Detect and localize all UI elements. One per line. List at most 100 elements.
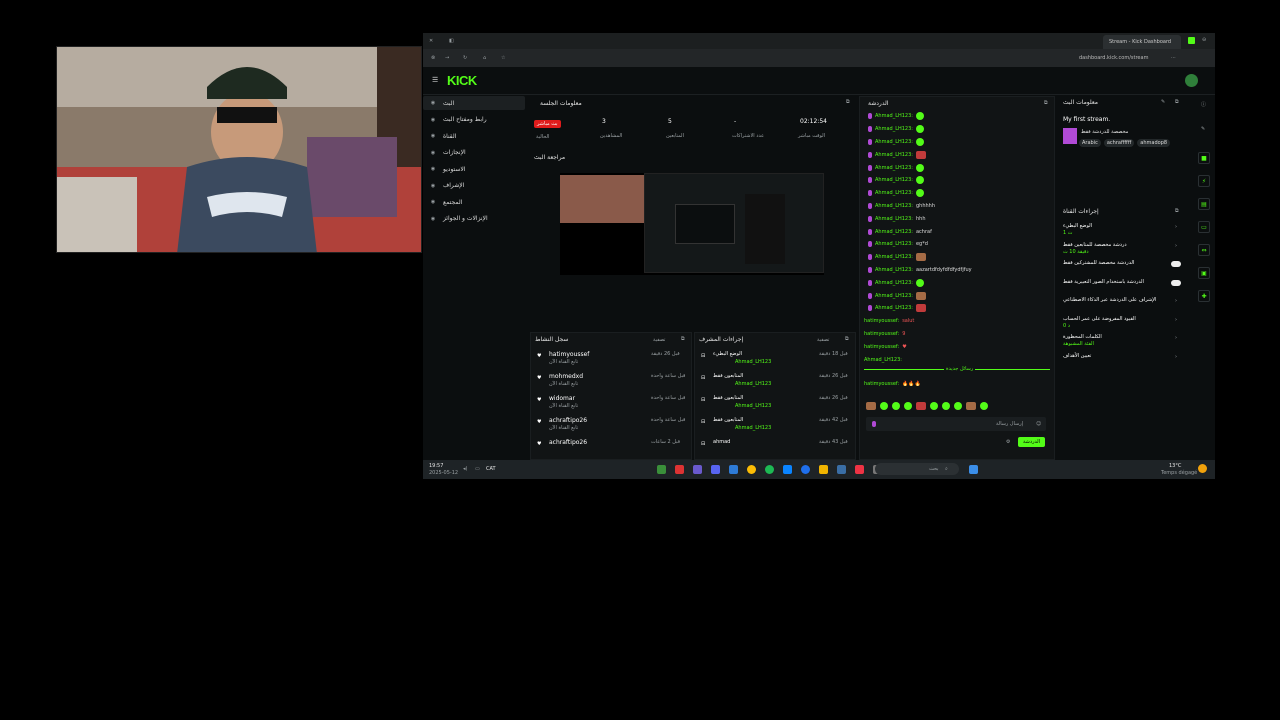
chat-username[interactable]: Ahmad_LH123: xyxy=(875,139,913,145)
chat-message: Ahmad_LH123: xyxy=(868,289,1048,302)
expand-icon[interactable]: ⇔ xyxy=(1198,244,1210,256)
browser-tab-active[interactable]: Stream - Kick Dashboard xyxy=(1103,35,1181,49)
chat-username[interactable]: Ahmad_LH123: xyxy=(875,305,913,311)
chat-username[interactable]: Ahmad_LH123: xyxy=(875,152,913,158)
volume-icon[interactable]: ◂) xyxy=(463,466,467,472)
emoji-icon[interactable]: ☺ xyxy=(1036,421,1041,427)
tab-icon[interactable]: ◧ xyxy=(449,38,454,44)
chat-username[interactable]: Ahmad_LH123: xyxy=(864,357,902,363)
stream-preview[interactable] xyxy=(560,173,824,275)
chat-username[interactable]: Ahmad_LH123: xyxy=(875,241,913,247)
forward-icon[interactable]: → xyxy=(445,55,449,61)
preview-title: مراجعة البث xyxy=(534,154,566,161)
home-icon[interactable]: ⌂ xyxy=(483,55,486,61)
chat-text: ghhhhh xyxy=(915,202,936,209)
chat-message: Ahmad_LH123: xyxy=(868,251,1048,264)
info-popout-icon[interactable]: ⧉ xyxy=(1175,99,1179,105)
taskbar-apps[interactable] xyxy=(657,465,882,474)
language-indicator[interactable]: CAT xyxy=(486,466,496,472)
window-close-icon[interactable]: ✕ xyxy=(429,38,433,44)
mod-icon[interactable]: ■ xyxy=(1198,152,1210,164)
back-icon[interactable]: ⊗ xyxy=(431,55,435,61)
activity-popout-icon[interactable]: ⧉ xyxy=(681,336,685,342)
sidebar-item[interactable]: ◉ القناة xyxy=(423,129,525,143)
chevron-right-icon[interactable]: › xyxy=(1175,224,1177,230)
activity-sub: تابع القناة الآن xyxy=(549,381,579,387)
quick-action-label: القيود المفروضة على عمر الحساب xyxy=(1063,315,1136,322)
edit-icon[interactable]: ✎ xyxy=(1161,99,1165,105)
chat-username[interactable]: Ahmad_LH123: xyxy=(875,254,913,260)
modlog-filter[interactable]: تصفية xyxy=(817,337,829,343)
stream-tag[interactable]: Arabic xyxy=(1079,139,1101,147)
toggle-switch[interactable] xyxy=(1171,261,1181,267)
sidebar-item[interactable]: ◉ الإنجازات xyxy=(423,146,525,160)
kick-tab-icon[interactable] xyxy=(1188,37,1195,44)
chat-username[interactable]: Ahmad_LH123: xyxy=(875,113,913,119)
chat-message: hatimyoussef: ♥ xyxy=(864,341,1044,354)
emote-bar[interactable] xyxy=(866,402,988,410)
sidebar-item[interactable]: ◉ البث xyxy=(423,96,525,110)
windows-start-icon[interactable] xyxy=(969,465,978,474)
chat-username[interactable]: hatimyoussef: xyxy=(864,318,899,324)
kick-logo[interactable]: KICK xyxy=(447,73,477,88)
chevron-right-icon[interactable]: › xyxy=(1175,243,1177,249)
chat-badge xyxy=(868,126,872,133)
modlog-popout-icon[interactable]: ⧉ xyxy=(845,336,849,342)
popout-icon[interactable]: ⧉ xyxy=(846,99,850,105)
chat-settings-icon[interactable]: ⚙ xyxy=(1006,439,1010,445)
chat-username[interactable]: Ahmad_LH123: xyxy=(875,229,913,235)
address-bar[interactable]: dashboard.kick.com/stream xyxy=(1079,55,1148,61)
chevron-right-icon[interactable]: › xyxy=(1175,298,1177,304)
chat-username[interactable]: hatimyoussef: xyxy=(864,344,899,350)
taskbar-search[interactable]: بحث ⌕ xyxy=(875,463,959,475)
chat-text: eg*d xyxy=(915,241,928,248)
chat-username[interactable]: Ahmad_LH123: xyxy=(875,267,913,273)
quick-actions-panel: إجراءات القناة ⧉ الوضع البطيء 1 ث › دردشة م… xyxy=(1059,205,1185,385)
chat-username[interactable]: Ahmad_LH123: xyxy=(875,165,913,171)
chevron-right-icon[interactable]: › xyxy=(1175,317,1177,323)
chat-input[interactable]: إرسال رسالة ☺ xyxy=(866,417,1046,431)
stream-tag[interactable]: achraffffff xyxy=(1103,139,1135,147)
avatar[interactable] xyxy=(1185,74,1198,87)
stream-tag[interactable]: ahmadop8 xyxy=(1137,139,1171,147)
network-icon[interactable]: ▭ xyxy=(475,466,480,472)
chat-username[interactable]: Ahmad_LH123: xyxy=(875,280,913,286)
wrench-icon[interactable]: ✚ xyxy=(1198,290,1210,302)
modlog-item-time: قبل 26 دقيقة xyxy=(819,395,848,401)
chat-username[interactable]: Ahmad_LH123: xyxy=(875,190,913,196)
mod-action-icon: ⊟ xyxy=(701,419,706,425)
save-icon[interactable]: ▣ xyxy=(1198,267,1210,279)
sidebar-item[interactable]: ◉ المجتمع xyxy=(423,195,525,209)
chat-badge xyxy=(868,305,872,312)
chat-username[interactable]: Ahmad_LH123: xyxy=(875,177,913,183)
modlog-panel: إجراءات المشرف تصفية ⧉ ⊟ الوضع البطيء Ahma… xyxy=(694,332,856,460)
chat-username[interactable]: Ahmad_LH123: xyxy=(875,203,913,209)
qa-popout-icon[interactable]: ⧉ xyxy=(1175,208,1179,214)
chat-username[interactable]: Ahmad_LH123: xyxy=(875,293,913,299)
chevron-right-icon[interactable]: › xyxy=(1175,335,1177,341)
chat-username[interactable]: Ahmad_LH123: xyxy=(875,216,913,222)
chevron-right-icon[interactable]: › xyxy=(1175,354,1177,360)
menu-icon[interactable]: ☰ xyxy=(432,76,438,84)
chat-send-button[interactable]: الدردشة xyxy=(1018,437,1046,447)
quick-action-label: دردشة مخصصة للمتابعين فقط xyxy=(1063,241,1127,248)
bookmark-icon[interactable]: ☆ xyxy=(501,55,505,61)
sidebar-item[interactable]: ◉ الإنزالات و الجوائز xyxy=(423,212,525,226)
weather-temp: 13°C xyxy=(1169,463,1182,469)
sidebar-item[interactable]: ◉ الإشراف xyxy=(423,179,525,193)
sidebar-item[interactable]: ◉ رابط ومفتاح البث xyxy=(423,113,525,127)
pen-icon[interactable]: ✎ xyxy=(1201,126,1205,132)
chat-username[interactable]: hatimyoussef: xyxy=(864,331,899,337)
activity-filter[interactable]: تصفية xyxy=(653,337,665,343)
info-icon[interactable]: ⓘ xyxy=(1201,102,1206,108)
extensions-icon[interactable]: ⋯ xyxy=(1171,55,1176,61)
toggle-switch[interactable] xyxy=(1171,279,1181,286)
chat-username[interactable]: Ahmad_LH123: xyxy=(875,126,913,132)
sidebar-item[interactable]: ◉ الاستوديو xyxy=(423,162,525,176)
doc-icon[interactable]: ▤ xyxy=(1198,198,1210,210)
minimize-icon[interactable]: ⊖ xyxy=(1202,37,1206,43)
chat-popout-icon[interactable]: ⧉ xyxy=(1044,100,1048,106)
chat-icon[interactable]: ▭ xyxy=(1198,221,1210,233)
reload-icon[interactable]: ↻ xyxy=(463,55,467,61)
bolt-icon[interactable]: ⚡ xyxy=(1198,175,1210,187)
